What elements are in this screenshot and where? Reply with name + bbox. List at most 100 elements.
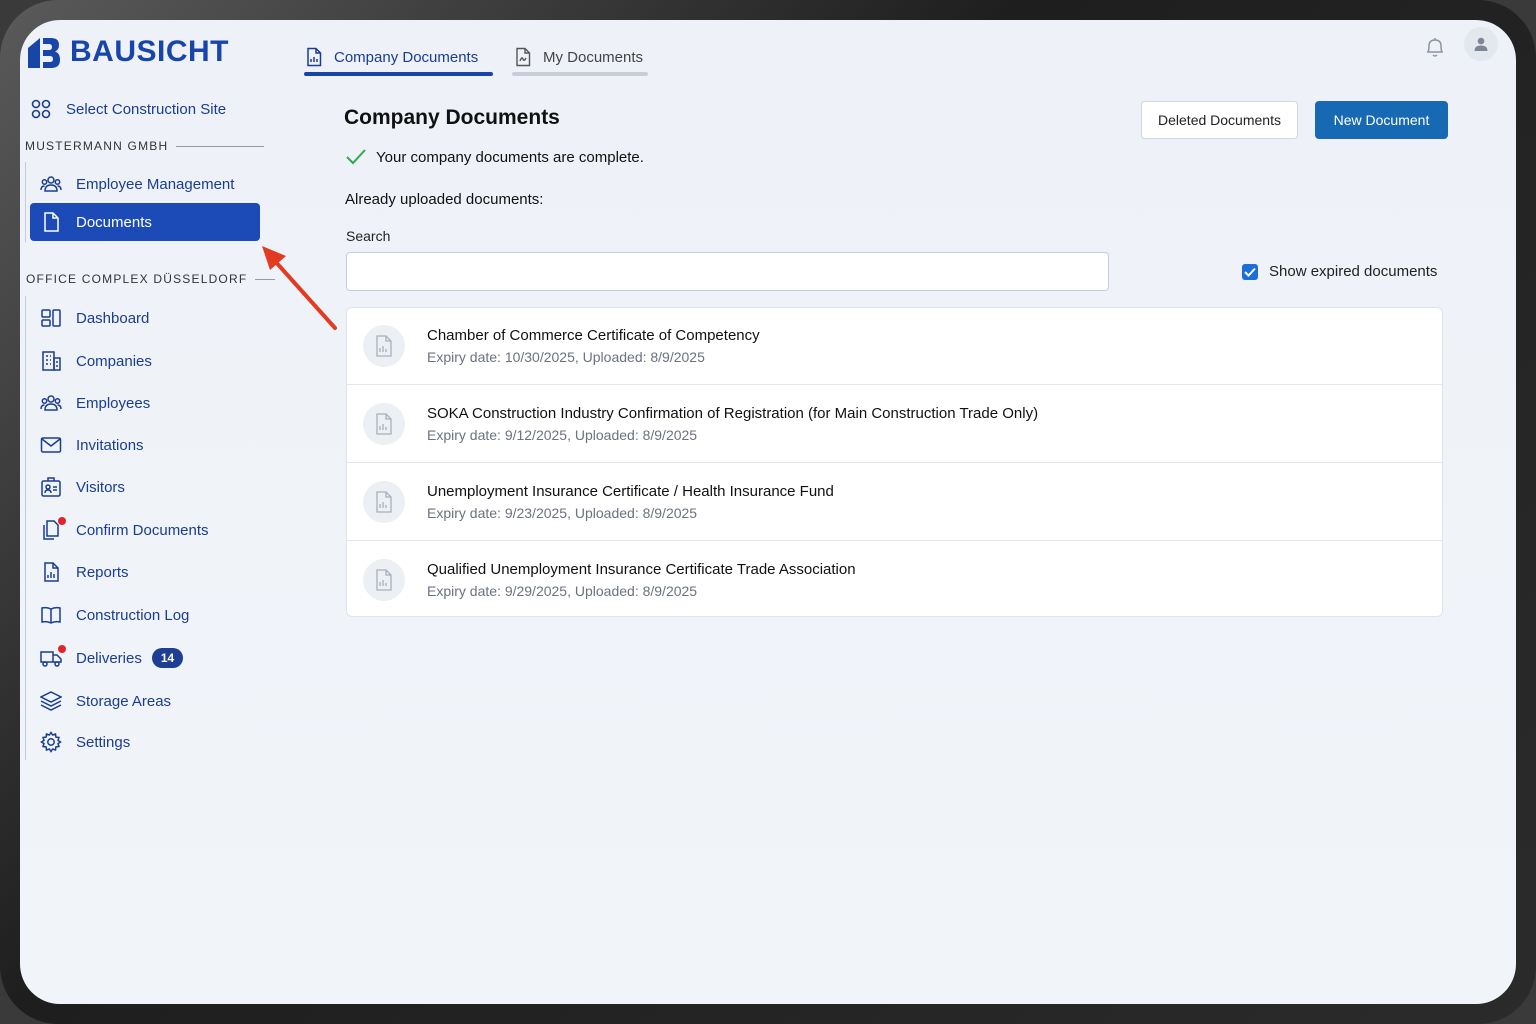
layers-icon (40, 691, 62, 711)
sidebar-item-employees[interactable]: Employees (40, 385, 150, 421)
search-label: Search (346, 228, 391, 244)
deleted-documents-button[interactable]: Deleted Documents (1141, 101, 1298, 139)
document-meta: Expiry date: 9/12/2025, Uploaded: 8/9/20… (427, 427, 698, 443)
document-title: SOKA Construction Industry Confirmation … (427, 405, 1039, 422)
sidebar-item-construction-log[interactable]: Construction Log (40, 597, 189, 633)
sidebar-item-visitors[interactable]: Visitors (40, 469, 125, 505)
file-icon (376, 335, 392, 357)
avatar[interactable] (1464, 27, 1498, 61)
document-meta: Expiry date: 10/30/2025, Uploaded: 8/9/2… (427, 349, 705, 365)
document-signature-icon (516, 47, 531, 67)
tab-my-documents[interactable]: My Documents (513, 38, 643, 76)
mail-icon (40, 437, 62, 453)
document-icon-circle (363, 481, 405, 523)
book-icon (41, 606, 61, 624)
users-icon (40, 176, 62, 192)
sidebar-tree-line (25, 296, 26, 760)
tab-inactive-indicator (512, 72, 648, 76)
documents-icon-wrap (40, 517, 66, 541)
document-title: Chamber of Commerce Certificate of Compe… (427, 327, 760, 344)
document-icon (44, 212, 59, 232)
sidebar-item-reports[interactable]: Reports (40, 554, 129, 590)
tab-active-indicator (304, 72, 493, 76)
sidebar-item-invitations[interactable]: Invitations (40, 427, 144, 463)
sidebar-item-companies[interactable]: Companies (40, 343, 152, 379)
sidebar-tree-line (25, 162, 26, 242)
sidebar-item-employee-management[interactable]: Employee Management (40, 166, 234, 202)
sidebar-item-label: Settings (76, 733, 131, 751)
show-expired-label: Show expired documents (1269, 263, 1438, 280)
file-icon (376, 491, 392, 513)
select-construction-site[interactable]: Select Construction Site (30, 91, 226, 127)
document-meta: Expiry date: 9/23/2025, Uploaded: 8/9/20… (427, 505, 698, 521)
divider (176, 145, 265, 147)
show-expired-toggle[interactable]: Show expired documents (1242, 263, 1437, 280)
sidebar-item-label: Documents (76, 213, 152, 231)
status-text: Your company documents are complete. (376, 148, 644, 166)
tab-label: Company Documents (334, 48, 479, 66)
sidebar-item-label: Invitations (76, 436, 144, 454)
users-icon (40, 395, 62, 411)
document-title: Qualified Unemployment Insurance Certifi… (427, 560, 856, 578)
select-site-label: Select Construction Site (66, 100, 227, 118)
sidebar-item-label: Employee Management (76, 175, 235, 193)
sidebar-item-documents[interactable]: Documents (30, 203, 260, 241)
section-company-label: MUSTERMANN GMBH (25, 139, 169, 153)
truck-icon-wrap (40, 645, 66, 669)
visitor-icon (41, 477, 61, 497)
sidebar-item-label: Construction Log (76, 606, 190, 624)
file-icon (376, 568, 392, 591)
report-icon (44, 562, 59, 582)
show-expired-checkbox[interactable] (1242, 263, 1258, 280)
document-list: Chamber of Commerce Certificate of Compe… (346, 307, 1443, 617)
notification-dot (58, 517, 66, 525)
document-row[interactable]: Unemployment Insurance Certificate / Hea… (347, 464, 1442, 541)
section-company: MUSTERMANN GMBH (25, 139, 265, 153)
sidebar-item-settings[interactable]: Settings (40, 724, 130, 760)
page-title: Company Documents (344, 106, 560, 129)
sidebar-item-dashboard[interactable]: Dashboard (40, 300, 149, 336)
document-icon-circle (363, 403, 405, 445)
uploaded-heading: Already uploaded documents: (345, 191, 544, 208)
sidebar-item-label: Confirm Documents (76, 521, 209, 539)
checkmark-icon (1244, 267, 1256, 277)
brand-name: BAUSICHT (70, 35, 229, 68)
sidebar-item-label: Dashboard (76, 309, 150, 327)
sidebar-item-label: Visitors (76, 478, 125, 496)
app-screen: BAUSICHT Select Construction Site MUSTER… (20, 20, 1516, 1004)
dashboard-icon (41, 309, 61, 327)
document-row[interactable]: Qualified Unemployment Insurance Certifi… (347, 541, 1442, 618)
document-row[interactable]: SOKA Construction Industry Confirmation … (347, 386, 1442, 463)
sidebar-item-confirm-documents[interactable]: Confirm Documents (40, 512, 209, 548)
bell-icon[interactable] (1424, 35, 1446, 59)
tab-label: My Documents (543, 48, 644, 66)
sidebar-item-storage-areas[interactable]: Storage Areas (40, 683, 171, 719)
annotation-arrow (262, 246, 337, 330)
deliveries-count-badge: 14 (151, 648, 184, 668)
brand-logo[interactable]: BAUSICHT (26, 34, 229, 70)
grid-icon (31, 99, 51, 119)
logo-mark-icon (28, 38, 60, 68)
sidebar-item-label: Reports (76, 563, 129, 581)
tab-company-documents[interactable]: Company Documents (304, 38, 478, 76)
sidebar-item-deliveries[interactable]: Deliveries 14 (40, 640, 184, 676)
sidebar-item-label: Deliveries (76, 649, 142, 667)
sidebar-item-label: Storage Areas (76, 692, 172, 710)
user-icon (1474, 37, 1488, 51)
gear-icon (40, 731, 62, 753)
section-site: OFFICE COMPLEX DÜSSELDORF (26, 272, 276, 286)
document-row[interactable]: Chamber of Commerce Certificate of Compe… (347, 308, 1442, 385)
document-icon-circle (363, 325, 405, 367)
sidebar-item-label: Employees (76, 394, 151, 412)
check-icon (346, 149, 366, 165)
sidebar-item-label: Companies (76, 352, 152, 370)
notification-dot (58, 645, 66, 653)
section-site-label: OFFICE COMPLEX DÜSSELDORF (26, 272, 248, 286)
new-document-button[interactable]: New Document (1315, 101, 1448, 139)
search-input[interactable] (346, 252, 1109, 291)
building-icon (42, 351, 61, 371)
status-message: Your company documents are complete. (346, 148, 644, 166)
document-icon-circle (363, 558, 405, 601)
document-title: Unemployment Insurance Certificate / Hea… (427, 483, 834, 500)
file-icon (376, 413, 392, 435)
